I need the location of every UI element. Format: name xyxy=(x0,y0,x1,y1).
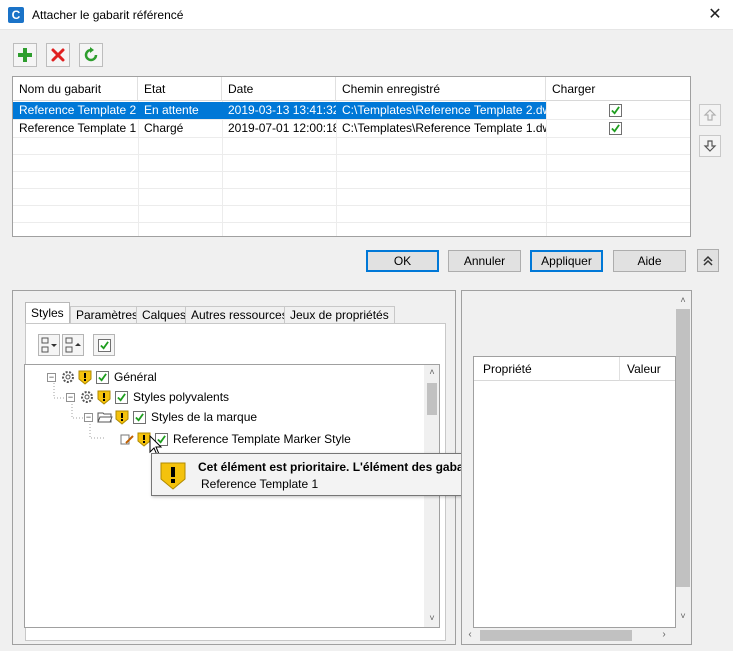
column-header-state[interactable]: Etat xyxy=(138,77,222,101)
tab-autres-ressources[interactable]: Autres ressources xyxy=(185,306,294,324)
checkbox xyxy=(97,338,111,352)
load-checkbox[interactable] xyxy=(609,120,629,137)
template-name: Reference Template 1 xyxy=(19,121,137,135)
load-checkbox[interactable] xyxy=(609,102,629,119)
expand-tree-icon xyxy=(41,337,57,353)
scroll-up-arrow[interactable]: ˄ xyxy=(675,295,691,307)
tree-node-label: Styles de la marque xyxy=(151,410,258,424)
checkmark-icon xyxy=(99,340,109,350)
ok-button[interactable]: OK xyxy=(366,250,439,272)
folder-open-icon xyxy=(97,412,113,423)
table-row[interactable]: Reference Template 2 En attente 2019-03-… xyxy=(13,102,690,119)
tooltip-body: Reference Template 1 xyxy=(201,477,319,491)
move-down-button[interactable] xyxy=(699,135,721,157)
column-header-date[interactable]: Date xyxy=(222,77,336,101)
scroll-left-arrow[interactable]: ‹ xyxy=(464,629,476,641)
checkmark-icon xyxy=(611,106,620,115)
tab-parametres[interactable]: Paramètres xyxy=(70,306,145,324)
collapse-all-button[interactable] xyxy=(62,334,84,356)
checkmark-icon xyxy=(98,372,107,382)
arrow-down-icon xyxy=(703,140,717,152)
arrow-up-icon xyxy=(703,109,717,121)
column-header-name[interactable]: Nom du gabarit xyxy=(13,77,138,101)
plus-icon xyxy=(18,48,32,62)
checkbox[interactable] xyxy=(609,122,622,135)
collapse-toggle[interactable]: − xyxy=(47,372,56,382)
tree-node-general[interactable]: − Général xyxy=(47,368,157,386)
scrollbar-thumb[interactable] xyxy=(676,309,690,587)
tab-jeux-de-proprietes[interactable]: Jeux de propriétés xyxy=(284,306,395,324)
checkmark-icon xyxy=(611,124,620,133)
checkbox[interactable] xyxy=(115,390,128,404)
tab-styles[interactable]: Styles xyxy=(25,302,70,325)
warning-icon xyxy=(160,462,186,490)
help-button[interactable]: Aide xyxy=(613,250,686,272)
add-template-button[interactable] xyxy=(13,43,37,67)
scroll-up-arrow[interactable]: ˄ xyxy=(424,367,439,379)
checkmark-icon xyxy=(135,412,144,422)
panel-hscrollbar[interactable]: ‹ › xyxy=(462,627,675,644)
column-header-load[interactable]: Charger xyxy=(546,77,690,101)
tree-node-label: Styles polyvalents xyxy=(133,390,230,404)
properties-grid: Propriété Valeur xyxy=(473,356,676,628)
gear-icon xyxy=(62,371,74,383)
checkbox[interactable] xyxy=(133,410,146,424)
apply-button[interactable]: Appliquer xyxy=(530,250,603,272)
template-date: 2019-07-01 12:00:18 xyxy=(228,121,336,135)
collapse-toggle[interactable]: − xyxy=(84,412,93,422)
template-path: C:\Templates\Reference Template 1.dwt xyxy=(342,121,546,135)
tree-node-label: Général xyxy=(114,370,157,384)
scroll-right-arrow[interactable]: › xyxy=(658,629,670,641)
tree-node-styles-de-la-marque[interactable]: − Styles de la marque xyxy=(84,408,257,426)
template-path: C:\Templates\Reference Template 2.dwt xyxy=(336,102,546,119)
scroll-down-arrow[interactable]: ˅ xyxy=(675,611,691,623)
column-header-value[interactable]: Valeur xyxy=(620,357,675,381)
expand-all-button[interactable] xyxy=(38,334,60,356)
scrollbar-thumb[interactable] xyxy=(480,630,632,641)
template-name: Reference Template 2 xyxy=(13,102,138,119)
collapse-toggle[interactable]: − xyxy=(66,392,75,402)
tree-node-label: Reference Template Marker Style xyxy=(173,432,351,446)
checkmark-icon xyxy=(117,392,126,402)
warning-icon xyxy=(115,410,129,425)
check-all-button[interactable] xyxy=(93,334,115,356)
column-header-path[interactable]: Chemin enregistré xyxy=(336,77,546,101)
refresh-button[interactable] xyxy=(79,43,103,67)
checkbox[interactable] xyxy=(609,104,622,117)
table-row[interactable]: Reference Template 1 Chargé 2019-07-01 1… xyxy=(13,120,690,137)
close-button[interactable]: ✕ xyxy=(700,2,730,28)
scroll-down-arrow[interactable]: ˅ xyxy=(424,613,439,625)
window-title: Attacher le gabarit référencé xyxy=(32,8,184,22)
warning-icon xyxy=(78,370,92,385)
double-chevron-up-icon xyxy=(703,255,713,266)
scrollbar-thumb[interactable] xyxy=(427,383,437,415)
template-state: En attente xyxy=(138,102,222,119)
tree-node-styles-polyvalents[interactable]: − Styles polyvalents xyxy=(66,388,229,406)
delete-template-button[interactable] xyxy=(46,43,70,67)
panel-scrollbar[interactable]: ˄ ˅ xyxy=(675,291,691,644)
app-icon: C xyxy=(8,7,24,23)
gear-icon xyxy=(81,391,93,403)
collapse-button[interactable] xyxy=(697,249,719,272)
tree-scrollbar[interactable]: ˄ ˅ xyxy=(424,365,439,627)
templates-table: Nom du gabarit Etat Date Chemin enregist… xyxy=(12,76,691,237)
collapse-tree-icon xyxy=(65,337,81,353)
move-up-button[interactable] xyxy=(699,104,721,126)
column-header-property[interactable]: Propriété xyxy=(474,357,620,381)
marker-style-icon xyxy=(120,434,134,445)
template-state: Chargé xyxy=(144,121,184,135)
delete-icon xyxy=(51,48,65,62)
tab-calques[interactable]: Calques xyxy=(136,306,193,324)
checkbox[interactable] xyxy=(96,370,109,384)
warning-icon xyxy=(97,390,111,405)
refresh-icon xyxy=(84,47,98,62)
styles-tree: − Général − Styles polyvalents − Styles … xyxy=(24,364,440,628)
template-date: 2019-03-13 13:41:32 xyxy=(222,102,336,119)
cancel-button[interactable]: Annuler xyxy=(448,250,521,272)
